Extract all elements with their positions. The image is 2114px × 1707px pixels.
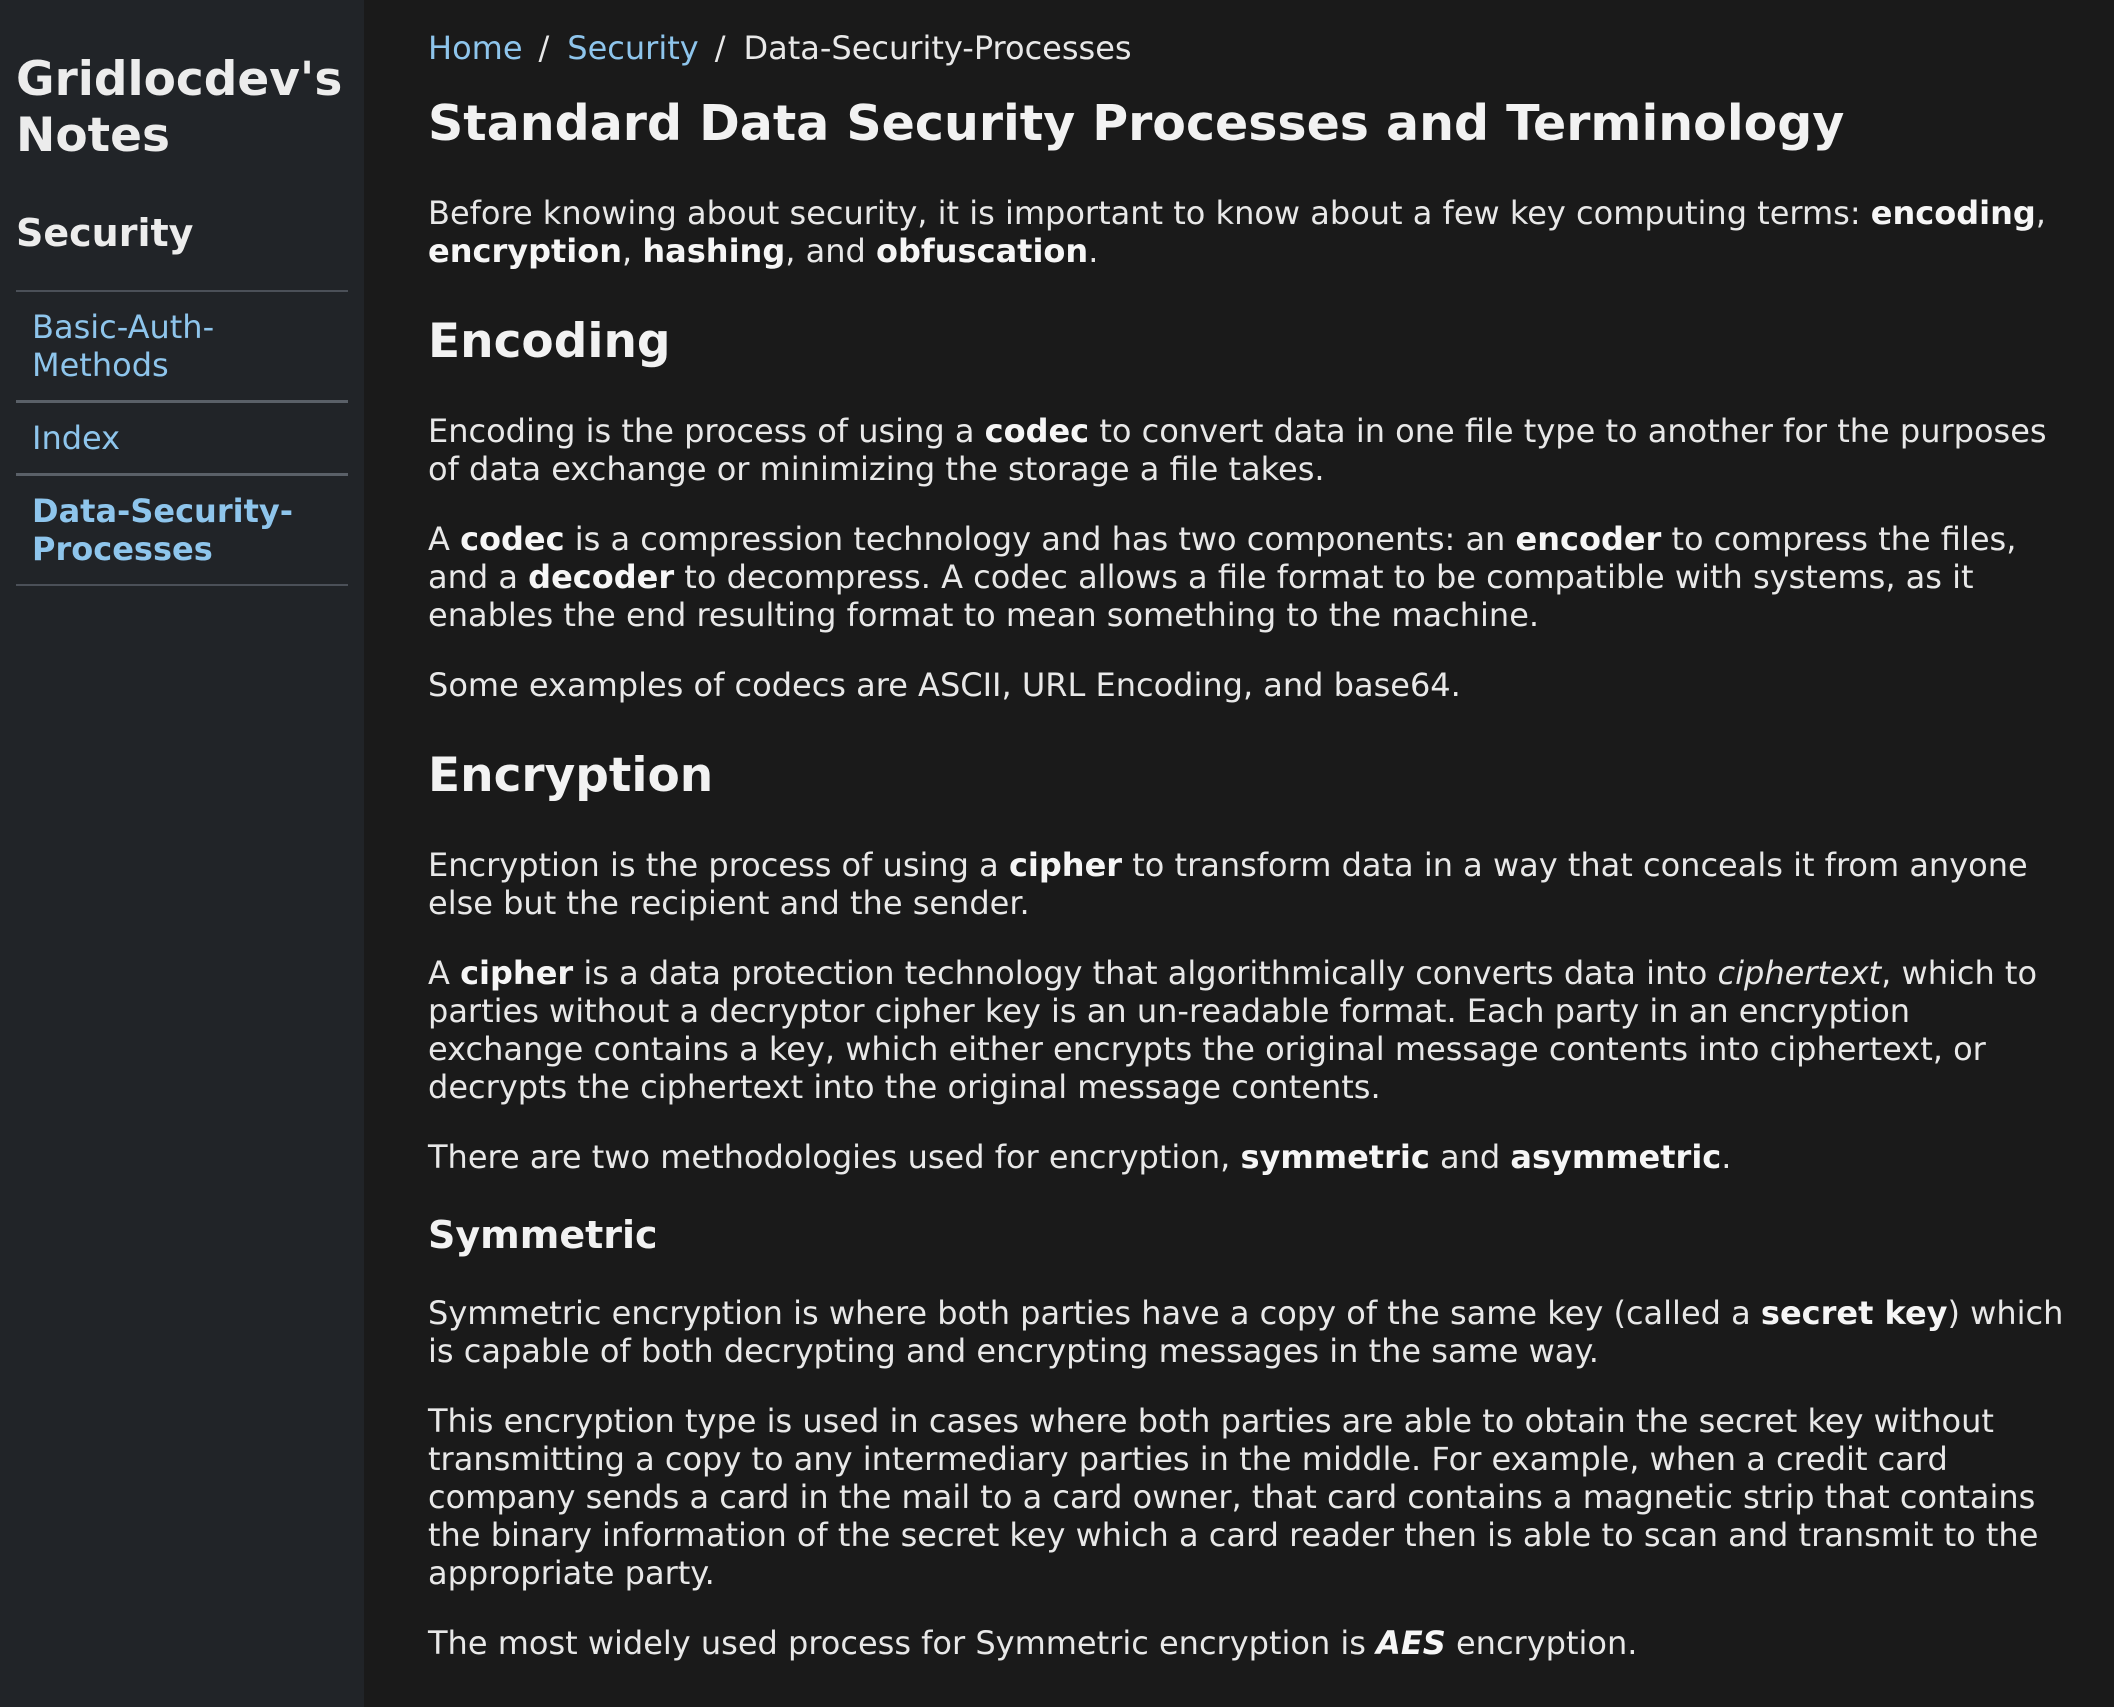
site-title[interactable]: Gridlocdev's Notes bbox=[16, 52, 348, 164]
sidebar-item-index[interactable]: Index bbox=[16, 403, 348, 476]
intro-paragraph: Before knowing about security, it is imp… bbox=[428, 194, 2046, 270]
symmetric-heading: Symmetric bbox=[428, 1213, 658, 1257]
encryption-paragraph-2: A cipher is a data protection technology… bbox=[428, 954, 2038, 1106]
encoding-paragraph-2: A codec is a compression technology and … bbox=[428, 520, 2017, 634]
encoding-paragraph-3: Some examples of codecs are ASCII, URL E… bbox=[428, 666, 1461, 704]
symmetric-paragraph-1: Symmetric encryption is where both parti… bbox=[428, 1294, 2064, 1370]
sidebar-item-data-security-processes[interactable]: Data-Security-Processes bbox=[16, 476, 348, 586]
sidebar-section-title: Security bbox=[16, 211, 194, 255]
breadcrumb: Home / Security / Data-Security-Processes bbox=[428, 24, 2064, 72]
sidebar-nav: Basic-Auth-Methods Index Data-Security-P… bbox=[16, 290, 348, 586]
encryption-paragraph-1: Encryption is the process of using a cip… bbox=[428, 846, 2028, 922]
main-content: Home / Security / Data-Security-Processes St… bbox=[364, 0, 2114, 1707]
breadcrumb-security[interactable]: Security bbox=[567, 29, 698, 67]
encoding-paragraph-1: Encoding is the process of using a codec… bbox=[428, 412, 2047, 488]
page-title: Standard Data Security Processes and Ter… bbox=[428, 95, 1845, 152]
symmetric-paragraph-2: This encryption type is used in cases wh… bbox=[428, 1402, 2039, 1592]
breadcrumb-home[interactable]: Home bbox=[428, 29, 523, 67]
symmetric-paragraph-3: The most widely used process for Symmetr… bbox=[428, 1624, 1638, 1662]
encryption-heading: Encryption bbox=[428, 748, 714, 803]
sidebar: Gridlocdev's Notes Security Basic-Auth-M… bbox=[0, 0, 364, 1707]
breadcrumb-current: Data-Security-Processes bbox=[743, 29, 1132, 67]
breadcrumb-separator: / bbox=[714, 29, 726, 67]
breadcrumb-separator: / bbox=[538, 29, 550, 67]
encryption-paragraph-3: There are two methodologies used for enc… bbox=[428, 1138, 1732, 1176]
encoding-heading: Encoding bbox=[428, 314, 671, 369]
sidebar-item-basic-auth-methods[interactable]: Basic-Auth-Methods bbox=[16, 292, 348, 403]
